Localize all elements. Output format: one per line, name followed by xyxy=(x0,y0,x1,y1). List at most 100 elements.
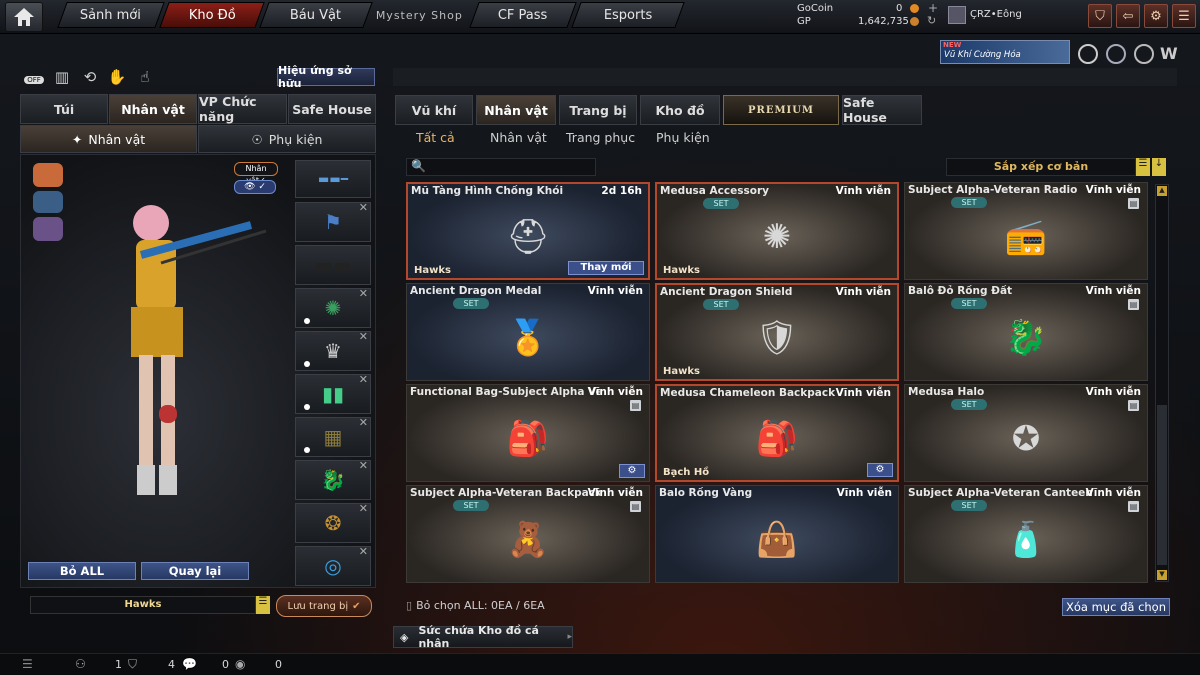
trash-icon[interactable]: ▤ xyxy=(1128,400,1139,411)
item-card[interactable]: Mũ Tàng Hình Chống Khói 2d 16h ⛑ Hawks Thay … xyxy=(406,182,650,280)
slot-9[interactable]: ✕ ◎ xyxy=(295,545,371,586)
item-card[interactable]: Subject Alpha-Veteran Backpack Vĩnh viễn S… xyxy=(406,485,650,583)
close-icon[interactable]: ✕ xyxy=(359,545,368,558)
class-icon-3[interactable] xyxy=(33,217,63,241)
friends-icon[interactable]: ⚇ xyxy=(75,657,86,671)
main-tab-storage[interactable]: Kho đồ xyxy=(640,95,720,125)
item-card[interactable]: Subject Alpha-Veteran Canteen Vĩnh viễn SE… xyxy=(904,485,1148,583)
item-card[interactable]: Functional Bag-Subject Alpha VeteranVĩnh… xyxy=(406,384,650,482)
save-loadout-button[interactable]: Lưu trang bị ✔ xyxy=(276,595,372,617)
nav-tab-esports[interactable]: Esports xyxy=(571,2,685,28)
tab-character[interactable]: Nhân vật xyxy=(109,94,197,124)
promo-banner[interactable]: NEW Vũ Khí Cường Hóa xyxy=(940,40,1070,64)
rotate-icon[interactable]: ⟲ xyxy=(80,68,100,88)
item-card[interactable]: Balo Rồng Vàng Vĩnh viễn 👜 xyxy=(655,485,899,583)
item-card[interactable]: Ancient Dragon Shield Vĩnh viễn SET 🛡 Hawks xyxy=(655,283,899,381)
nav-tab-cf-pass[interactable]: CF Pass xyxy=(469,2,577,28)
slot-5[interactable]: ✕ ▮▮ xyxy=(295,373,371,414)
scroll-down-icon[interactable]: ▼ xyxy=(1157,570,1167,580)
subtab-outfit[interactable]: Trang phục xyxy=(566,130,635,145)
settings-button[interactable]: ⚙ xyxy=(1144,4,1168,28)
scroll-up-icon[interactable]: ▲ xyxy=(1157,186,1167,196)
close-icon[interactable]: ✕ xyxy=(359,201,368,214)
close-icon[interactable]: ✕ xyxy=(359,373,368,386)
nav-tab-treasure[interactable]: Báu Vật xyxy=(259,2,373,28)
nav-tab-inventory[interactable]: Kho Đồ xyxy=(159,2,265,28)
main-tab-weapon[interactable]: Vũ khí xyxy=(395,95,473,125)
storage-capacity-button[interactable]: ◈ Sức chứa Kho đồ cá nhân ▸ xyxy=(393,624,573,650)
event-icon-1[interactable] xyxy=(1078,44,1098,64)
slot-2[interactable]: ▬▬ xyxy=(295,245,371,285)
close-icon[interactable]: ✕ xyxy=(359,502,368,515)
sort-order-icon[interactable]: ↓ xyxy=(1152,158,1166,176)
scrollbar[interactable]: ▲ ▼ xyxy=(1155,184,1169,582)
subtab-accessory[interactable]: Phụ kiện xyxy=(656,130,710,145)
class-icon-2[interactable] xyxy=(33,191,63,213)
item-card[interactable]: Ancient Dragon Medal Vĩnh viễn SET 🏅 xyxy=(406,283,650,381)
close-icon[interactable]: ✕ xyxy=(359,330,368,343)
main-tab-premium[interactable]: PREMIUM xyxy=(723,95,839,125)
main-tab-equipment[interactable]: Trang bị xyxy=(559,95,637,125)
trash-icon[interactable]: ▤ xyxy=(630,400,641,411)
refresh-icon[interactable]: ↻ xyxy=(927,14,936,27)
home-button[interactable] xyxy=(5,2,43,32)
subtab-all[interactable]: Tất cả xyxy=(416,130,455,145)
slot-7[interactable]: ✕ 🐉 xyxy=(295,459,371,500)
trash-icon[interactable]: ▤ xyxy=(1128,198,1139,209)
scroll-thumb[interactable] xyxy=(1157,405,1167,565)
close-icon[interactable]: ✕ xyxy=(359,459,368,472)
class-icon-1[interactable] xyxy=(33,163,63,187)
item-card[interactable]: Medusa Accessory Vĩnh viễn SET ✺ Hawks xyxy=(655,182,899,280)
slot-8[interactable]: ✕ ❂ xyxy=(295,502,371,543)
nav-tab-mystery-shop[interactable]: Mystery Shop xyxy=(367,2,472,28)
add-coin-icon[interactable]: + xyxy=(928,1,938,15)
subtab-accessory[interactable]: ☉ Phụ kiện xyxy=(198,125,376,153)
rank-button[interactable]: ⛉ xyxy=(1088,4,1112,28)
item-card[interactable]: Balô Đỏ Rồng Đất Vĩnh viễn SET ▤ 🐉 xyxy=(904,283,1148,381)
renew-button[interactable]: Thay mới xyxy=(568,261,644,275)
tab-safe-house[interactable]: Safe House xyxy=(288,94,376,124)
clan-icon[interactable]: ⛉ xyxy=(128,657,137,672)
event-icon-3[interactable] xyxy=(1134,44,1154,64)
sort-dropdown[interactable]: Sắp xếp cơ bản xyxy=(946,158,1136,176)
item-card[interactable]: Medusa Chameleon Backpack Vĩnh viễn 🎒 Bạch … xyxy=(655,384,899,482)
preset-list-icon[interactable]: ☰ xyxy=(256,596,270,614)
delete-selected-button[interactable]: Xóa mục đã chọn xyxy=(1062,598,1170,616)
avatar[interactable] xyxy=(948,6,966,24)
gear-icon[interactable]: ⚙ xyxy=(867,463,893,477)
subtab-character[interactable]: ✦ Nhân vật xyxy=(20,125,197,153)
slot-1[interactable]: ✕ ⚑ xyxy=(295,201,371,242)
voice-icon[interactable]: ◉ xyxy=(235,657,245,671)
main-tab-safe-house[interactable]: Safe House xyxy=(842,95,922,125)
visibility-toggle[interactable]: 👁 ✓ xyxy=(234,180,276,194)
item-card[interactable]: Medusa Halo Vĩnh viễn SET ▤ ✪ xyxy=(904,384,1148,482)
vip-icon[interactable]: W xyxy=(1160,44,1182,64)
weapon-slot[interactable]: ▬▬━ xyxy=(295,160,371,198)
pointer-icon[interactable]: ☝ xyxy=(135,68,155,88)
stats-icon[interactable]: ▥ xyxy=(52,68,72,88)
item-card[interactable]: Subject Alpha-Veteran Radio Vĩnh viễn SET ▤… xyxy=(904,182,1148,280)
remove-all-button[interactable]: Bỏ ALL xyxy=(28,562,136,580)
slot-6[interactable]: ✕ ▦ xyxy=(295,416,371,457)
tab-function[interactable]: VP Chức năng xyxy=(198,94,287,124)
close-icon[interactable]: ✕ xyxy=(359,416,368,429)
event-icon-2[interactable] xyxy=(1106,44,1126,64)
list-icon[interactable]: ☰ xyxy=(22,657,33,671)
search-input[interactable]: 🔍 xyxy=(406,158,596,176)
trash-icon[interactable]: ▤ xyxy=(1128,501,1139,512)
close-icon[interactable]: ✕ xyxy=(359,287,368,300)
menu-button[interactable]: ☰ xyxy=(1172,4,1196,28)
trash-icon[interactable]: ▤ xyxy=(630,501,641,512)
toggle-effect-icon[interactable]: OFF xyxy=(24,70,44,90)
trash-icon[interactable]: ▤ xyxy=(1128,299,1139,310)
sort-list-icon[interactable]: ☰ xyxy=(1136,158,1150,176)
tab-bag[interactable]: Túi xyxy=(20,94,108,124)
exit-button[interactable]: ⇦ xyxy=(1116,4,1140,28)
pose-icon[interactable]: ✋ xyxy=(107,68,127,88)
back-button[interactable]: Quay lại xyxy=(141,562,249,580)
owned-effect-button[interactable]: Hiệu ứng sở hữu xyxy=(277,64,375,90)
gear-icon[interactable]: ⚙ xyxy=(619,464,645,478)
slot-3[interactable]: ✕ ✺ xyxy=(295,287,371,328)
slot-4[interactable]: ✕ ♛ xyxy=(295,330,371,371)
preset-name-field[interactable]: Hawks xyxy=(30,596,256,614)
